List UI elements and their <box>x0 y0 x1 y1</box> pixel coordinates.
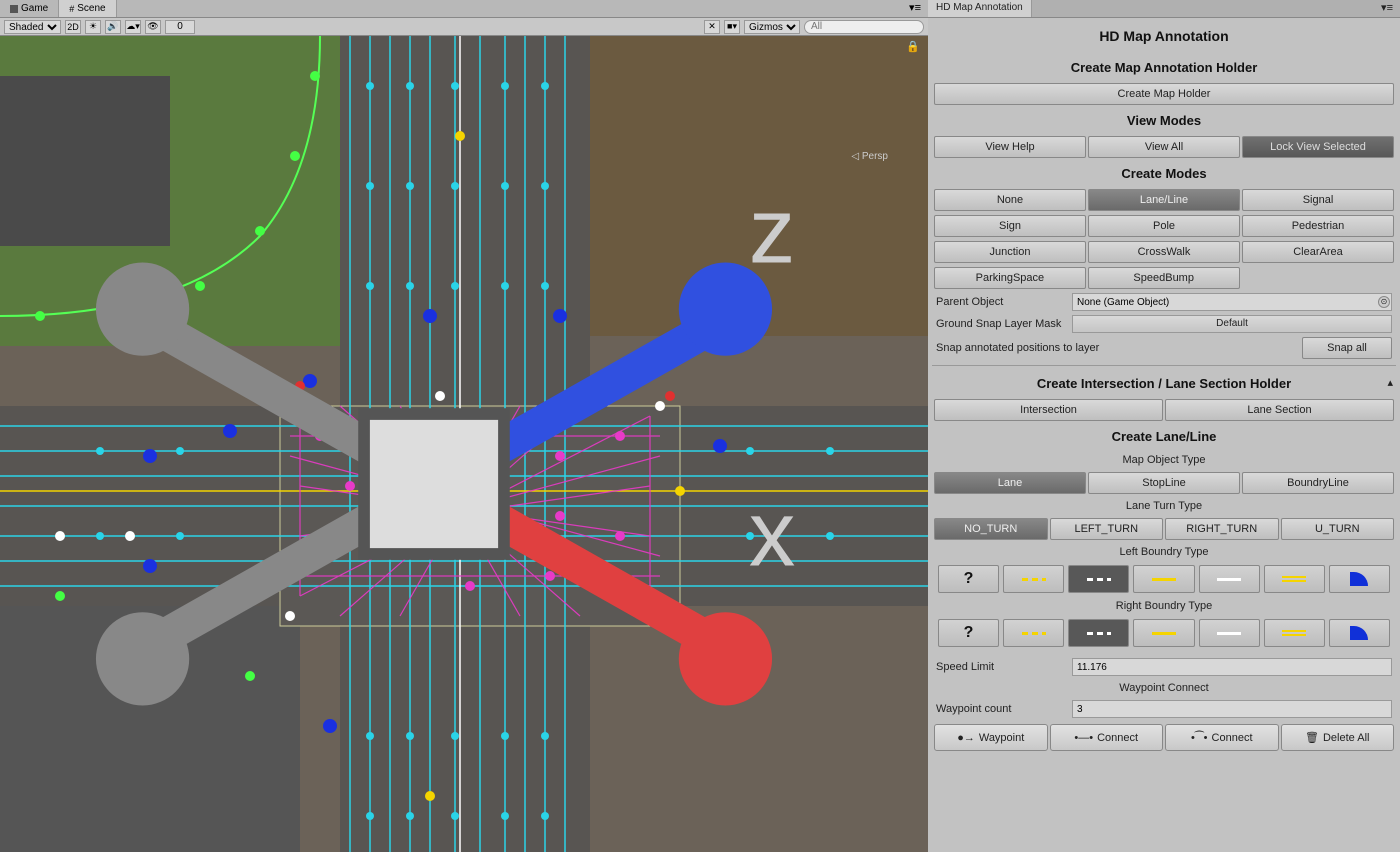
rb-solidy-button[interactable] <box>1133 619 1194 647</box>
rb-doubley-button[interactable] <box>1264 619 1325 647</box>
holder-heading: Create Map Annotation Holder <box>928 54 1400 81</box>
waypoint-button[interactable]: ●→Waypoint <box>934 724 1048 751</box>
mode-crosswalk-button[interactable]: CrossWalk <box>1088 241 1240 263</box>
parent-label: Parent Object <box>936 296 1066 308</box>
leftbound-label: Left Boundry Type <box>928 542 1400 562</box>
mode-none-button[interactable]: None <box>934 189 1086 211</box>
persp-label[interactable]: ◁ Persp <box>851 151 888 162</box>
svg-text:x: x <box>749 482 796 586</box>
create-map-holder-button[interactable]: Create Map Holder <box>934 83 1394 105</box>
intersection-button[interactable]: Intersection <box>934 399 1163 421</box>
rb-dashy-button[interactable] <box>1003 619 1064 647</box>
viewmodes-heading: View Modes <box>928 107 1400 134</box>
snap-all-button[interactable]: Snap all <box>1302 337 1392 359</box>
rb-curb-button[interactable] <box>1329 619 1390 647</box>
scene-panel: Game #Scene ▾≡ Shaded 2D ☀ 🔊 ☁▾ 👁 0 ✕ ■▾… <box>0 0 928 852</box>
lane-section-button[interactable]: Lane Section <box>1165 399 1394 421</box>
mode-speedbump-button[interactable]: SpeedBump <box>1088 267 1240 289</box>
mode-pole-button[interactable]: Pole <box>1088 215 1240 237</box>
mode-signal-button[interactable]: Signal <box>1242 189 1394 211</box>
inspector-menu-icon[interactable]: ▾≡ <box>1378 1 1396 14</box>
tab-hdmap[interactable]: HD Map Annotation <box>928 0 1032 17</box>
parent-object-field[interactable] <box>1072 293 1392 311</box>
mode-2d-toggle[interactable]: 2D <box>65 20 81 34</box>
delete-all-button[interactable]: 🗑Delete All <box>1281 724 1395 751</box>
rightbound-label: Right Boundry Type <box>928 596 1400 616</box>
objtype-lane-button[interactable]: Lane <box>934 472 1086 494</box>
scene-toolbar: Shaded 2D ☀ 🔊 ☁▾ 👁 0 ✕ ■▾ Gizmos <box>0 18 928 36</box>
intersection-heading: Create Intersection / Lane Section Holde… <box>928 370 1400 397</box>
lighting-toggle[interactable]: ☀ <box>85 20 101 34</box>
turn-right-button[interactable]: RIGHT_TURN <box>1165 518 1279 540</box>
mode-lane-button[interactable]: Lane/Line <box>1088 189 1240 211</box>
svg-text:z: z <box>749 179 796 283</box>
view-all-button[interactable]: View All <box>1088 136 1240 158</box>
createlane-heading: Create Lane/Line <box>928 423 1400 450</box>
connect-line-icon: •—• <box>1074 732 1093 744</box>
hidden-count: 0 <box>165 20 195 34</box>
panel-menu-icon[interactable]: ▾≡ <box>906 1 924 14</box>
speed-limit-field[interactable] <box>1072 658 1392 676</box>
fx-toggle[interactable]: ☁▾ <box>125 20 141 34</box>
orientation-gizmo[interactable]: xz <box>0 76 898 852</box>
connect-curve-button[interactable]: •⁀•Connect <box>1165 724 1279 751</box>
lb-dashy-button[interactable] <box>1003 565 1064 593</box>
turn-u-button[interactable]: U_TURN <box>1281 518 1395 540</box>
lock-icon[interactable]: 🔒 <box>906 40 920 53</box>
collapse-icon[interactable]: ▴ <box>1384 376 1396 389</box>
objtype-stop-button[interactable]: StopLine <box>1088 472 1240 494</box>
tab-game[interactable]: Game <box>0 0 59 17</box>
lb-dashw-button[interactable] <box>1068 565 1129 593</box>
gizmos-dropdown[interactable]: Gizmos <box>744 20 800 34</box>
layer-mask-dropdown[interactable]: Default <box>1072 315 1392 333</box>
createmodes-heading: Create Modes <box>928 160 1400 187</box>
rb-dashw-button[interactable] <box>1068 619 1129 647</box>
waypoint-count-field[interactable] <box>1072 700 1392 718</box>
object-picker-icon[interactable]: ⊙ <box>1378 296 1390 308</box>
turn-left-button[interactable]: LEFT_TURN <box>1050 518 1164 540</box>
lb-unknown-button[interactable]: ? <box>938 565 999 593</box>
lb-curb-button[interactable] <box>1329 565 1390 593</box>
turn-none-button[interactable]: NO_TURN <box>934 518 1048 540</box>
mode-sign-button[interactable]: Sign <box>934 215 1086 237</box>
view-help-button[interactable]: View Help <box>934 136 1086 158</box>
mode-clear-button[interactable]: ClearArea <box>1242 241 1394 263</box>
search-input[interactable] <box>804 20 924 34</box>
lb-doubley-button[interactable] <box>1264 565 1325 593</box>
mode-ped-button[interactable]: Pedestrian <box>1242 215 1394 237</box>
trash-icon: 🗑 <box>1305 731 1319 744</box>
wpcount-label: Waypoint count <box>936 703 1066 715</box>
speed-label: Speed Limit <box>936 661 1066 673</box>
mask-label: Ground Snap Layer Mask <box>936 318 1066 330</box>
snap-label: Snap annotated positions to layer <box>936 342 1296 354</box>
mode-parking-button[interactable]: ParkingSpace <box>934 267 1086 289</box>
mode-junction-button[interactable]: Junction <box>934 241 1086 263</box>
rb-solidw-button[interactable] <box>1199 619 1260 647</box>
turntype-label: Lane Turn Type <box>928 496 1400 516</box>
objtype-label: Map Object Type <box>928 450 1400 470</box>
lb-solidy-button[interactable] <box>1133 565 1194 593</box>
waypoint-icon: ●→ <box>957 732 975 744</box>
hidden-toggle[interactable]: 👁 <box>145 20 161 34</box>
lock-view-button[interactable]: Lock View Selected <box>1242 136 1394 158</box>
audio-toggle[interactable]: 🔊 <box>105 20 121 34</box>
shading-dropdown[interactable]: Shaded <box>4 20 61 34</box>
viewport[interactable]: xz ◁ Persp 🔒 <box>0 36 928 852</box>
rb-unknown-button[interactable]: ? <box>938 619 999 647</box>
connect-straight-button[interactable]: •—•Connect <box>1050 724 1164 751</box>
camera-icon[interactable]: ■▾ <box>724 20 740 34</box>
tool-icon[interactable]: ✕ <box>704 20 720 34</box>
scene-tabs: Game #Scene ▾≡ <box>0 0 928 18</box>
tab-scene[interactable]: #Scene <box>59 0 116 17</box>
connect-curve-icon: •⁀• <box>1191 731 1208 744</box>
panel-title: HD Map Annotation <box>928 18 1400 54</box>
wpconnect-label: Waypoint Connect <box>928 678 1400 698</box>
objtype-boundary-button[interactable]: BoundryLine <box>1242 472 1394 494</box>
lb-solidw-button[interactable] <box>1199 565 1260 593</box>
inspector-panel: HD Map Annotation ▾≡ HD Map Annotation C… <box>928 0 1400 852</box>
